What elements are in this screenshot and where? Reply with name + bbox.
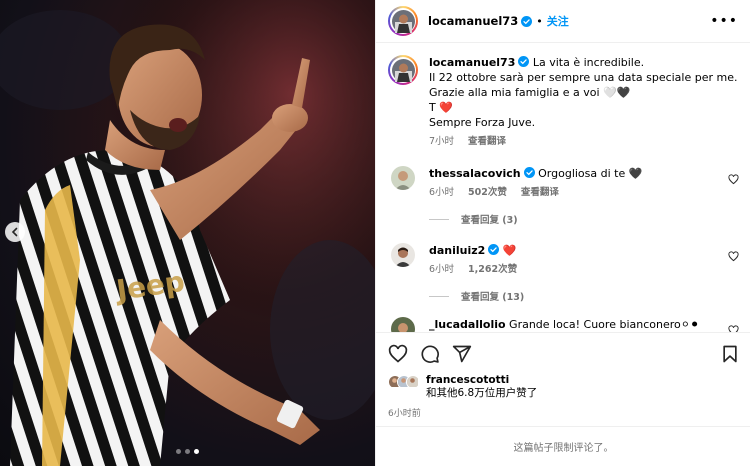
- comment-username[interactable]: daniluiz2: [429, 244, 485, 257]
- view-replies-label: 查看回复 (13): [461, 292, 525, 303]
- carousel-dot-active: [194, 449, 199, 454]
- commenter-avatar-image: [391, 166, 415, 190]
- first-liker-username[interactable]: francescototti: [426, 374, 509, 386]
- likes-count-text[interactable]: 和其他6.8万位用户赞了: [426, 387, 537, 400]
- caption-line: T ❤️: [429, 101, 453, 114]
- like-button[interactable]: [388, 344, 408, 364]
- commenter-avatar[interactable]: [391, 166, 415, 190]
- comment-text: Orgogliosa di te 🖤: [538, 167, 643, 180]
- comment-item: daniluiz2 ❤️ 6小时 1,262次赞: [388, 243, 739, 277]
- carousel-dot: [176, 449, 181, 454]
- comment-text: Grande loca! Cuore bianconero⚪⚫: [509, 318, 700, 331]
- more-options-icon[interactable]: •••: [710, 13, 738, 29]
- heart-icon: [388, 344, 408, 363]
- post-photo[interactable]: Jeep: [0, 0, 375, 466]
- caption-line: Grazie alla mia famiglia e a voi 🤍🖤: [429, 86, 631, 99]
- replies-divider: [429, 218, 449, 220]
- carousel-dot: [185, 449, 190, 454]
- author-username[interactable]: locamanuel73: [428, 14, 518, 28]
- comments-list[interactable]: locamanuel73 La vita è incredibile. Il 2…: [376, 44, 750, 332]
- carousel-prev-button[interactable]: [5, 222, 25, 242]
- liker-avatar[interactable]: [406, 375, 420, 389]
- post-actions: francescototti 和其他6.8万位用户赞了 6小时前: [376, 332, 750, 419]
- verified-badge-icon: [518, 56, 530, 67]
- comment-item: _lucadallolio Grande loca! Cuore biancon…: [388, 317, 739, 332]
- share-button[interactable]: [452, 344, 472, 364]
- comment-icon: [421, 345, 439, 363]
- post-header: locamanuel73 • 关注 •••: [376, 0, 750, 43]
- caption-username[interactable]: locamanuel73: [429, 56, 515, 69]
- share-icon: [452, 345, 472, 363]
- liker-avatar-image: [407, 376, 418, 387]
- commenter-avatar[interactable]: [391, 317, 415, 332]
- follow-button[interactable]: 关注: [547, 13, 569, 29]
- commenter-avatar-image: [391, 243, 415, 267]
- post-timestamp[interactable]: 6小时前: [388, 406, 739, 419]
- view-replies-button[interactable]: 查看回复 (3): [429, 212, 739, 226]
- bookmark-icon: [723, 345, 737, 363]
- comment-username[interactable]: _lucadallolio: [429, 318, 506, 331]
- caption-author-avatar[interactable]: [388, 55, 418, 85]
- comment-like-heart-icon[interactable]: [728, 325, 739, 332]
- post-modal: Jeep locamanuel73 • 关注 ••• locamanuel73 …: [0, 0, 750, 466]
- comment-like-heart-icon[interactable]: [728, 251, 739, 262]
- verified-badge-icon: [523, 167, 535, 178]
- player-photo-illustration: Jeep: [0, 0, 375, 466]
- verified-badge-icon: [488, 244, 500, 255]
- comment-item: thessalacovich Orgogliosa di te 🖤 6小时 50…: [388, 166, 739, 200]
- replies-divider: [429, 295, 449, 297]
- caption-line: La vita è incredibile.: [532, 56, 645, 69]
- view-replies-button[interactable]: 查看回复 (13): [429, 289, 739, 303]
- see-translation-link[interactable]: 查看翻译: [521, 185, 559, 200]
- author-avatar-image: [391, 58, 415, 82]
- comment-text: ❤️: [502, 244, 517, 257]
- carousel-indicator: [0, 449, 375, 454]
- commenter-avatar-image: [391, 317, 415, 332]
- commenter-avatar[interactable]: [391, 243, 415, 267]
- caption-time: 7小时: [429, 136, 455, 147]
- author-avatar-image: [391, 9, 415, 33]
- caption-line: Il 22 ottobre sarà per sempre una data s…: [429, 71, 738, 84]
- comments-limited-notice: 这篇帖子限制评论了。: [376, 426, 750, 466]
- see-translation-link[interactable]: 查看翻译: [468, 134, 506, 149]
- author-avatar[interactable]: [388, 6, 418, 36]
- comment-likes-count[interactable]: 1,262次赞: [468, 262, 517, 277]
- comment-time: 6小时: [429, 187, 455, 198]
- caption: locamanuel73 La vita è incredibile. Il 2…: [388, 55, 739, 149]
- liker-avatars: [388, 375, 420, 389]
- header-separator: •: [536, 14, 543, 28]
- chevron-left-icon: [11, 227, 18, 237]
- comment-like-heart-icon[interactable]: [728, 174, 739, 185]
- comment-username[interactable]: thessalacovich: [429, 167, 521, 180]
- caption-line: Sempre Forza Juve.: [429, 116, 536, 129]
- verified-badge-icon: [521, 15, 533, 27]
- post-details-panel: locamanuel73 • 关注 ••• locamanuel73 La vi…: [375, 0, 750, 466]
- view-replies-label: 查看回复 (3): [461, 215, 518, 226]
- comment-time: 6小时: [429, 264, 455, 275]
- comment-button[interactable]: [420, 344, 440, 364]
- likes-summary: francescototti 和其他6.8万位用户赞了: [388, 374, 739, 400]
- save-button[interactable]: [721, 344, 739, 364]
- comment-likes-count[interactable]: 502次赞: [468, 185, 507, 200]
